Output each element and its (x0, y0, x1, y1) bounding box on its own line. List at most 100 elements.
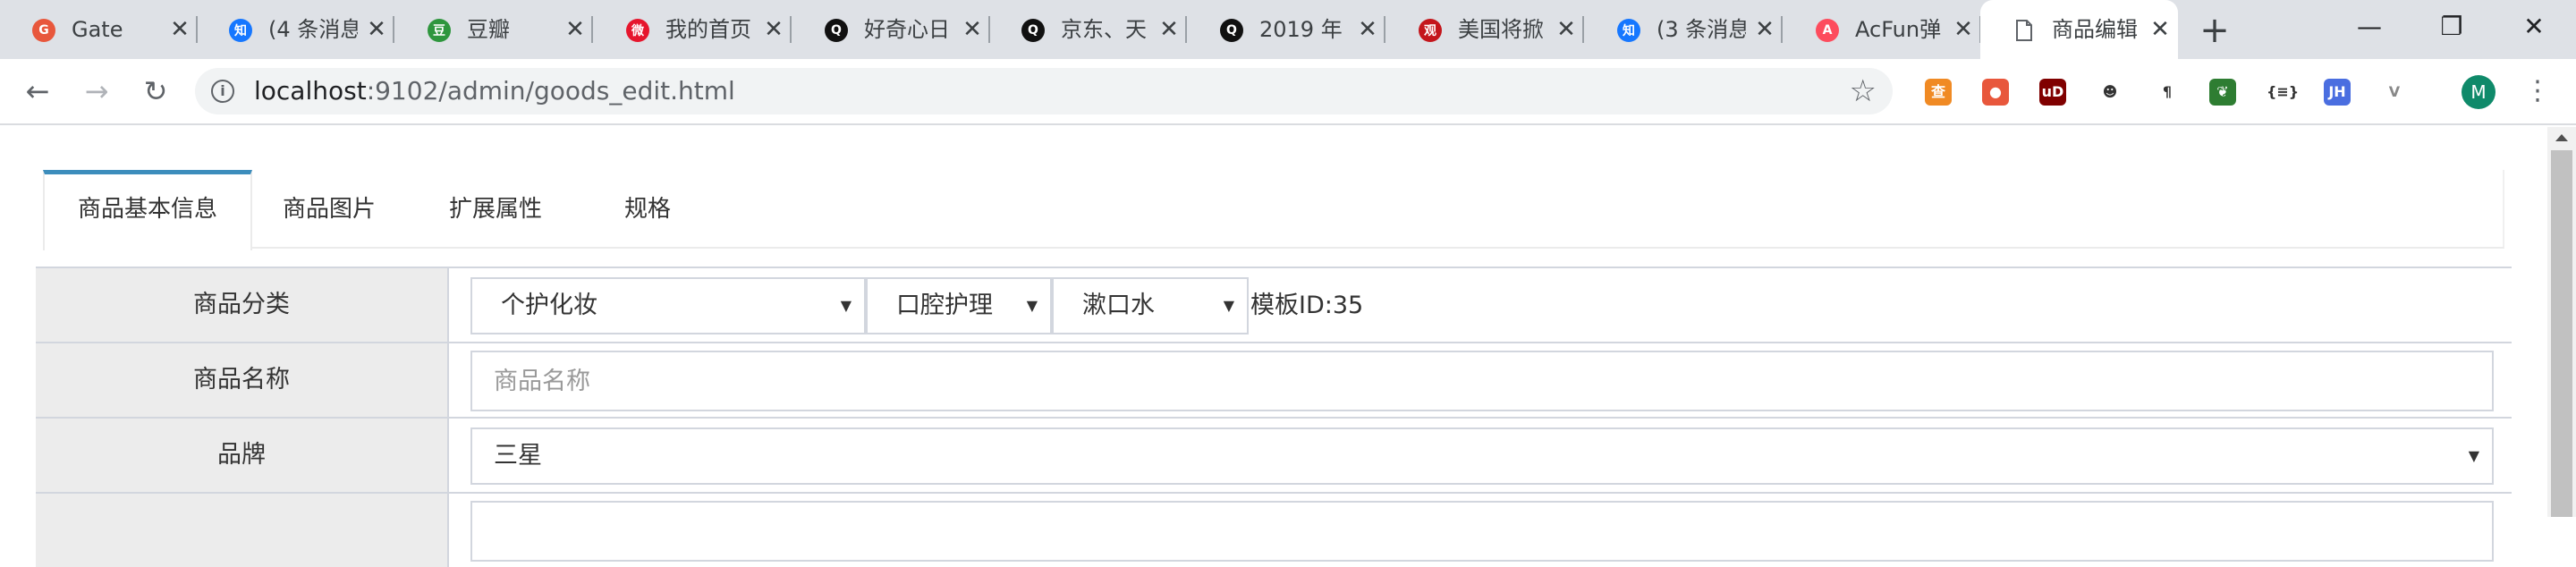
url-path: :9102/admin/goods_edit.html (366, 76, 735, 106)
browser-tab[interactable]: Q 好奇心日 ✕ (792, 0, 990, 59)
url-host: localhost (254, 76, 367, 106)
tab-title: 美国将掀 (1458, 17, 1544, 42)
close-icon[interactable]: ✕ (166, 16, 193, 43)
ext-orange-icon[interactable]: 查 (1925, 79, 1952, 106)
brand-label: 品牌 (36, 419, 449, 492)
tab-basic-info[interactable]: 商品基本信息 (43, 170, 252, 250)
ext-leaf-icon[interactable]: ❦ (2209, 79, 2236, 106)
tab-separator (1185, 16, 1187, 43)
zhihu-icon: 知 (229, 19, 252, 42)
tab-specification[interactable]: 规格 (612, 170, 683, 249)
guancha-icon: 观 (1419, 19, 1442, 42)
ext-map-pin-icon[interactable]: ● (1982, 79, 2009, 106)
ext-pilcrow-icon[interactable]: ¶ (2154, 79, 2181, 106)
browser-tab[interactable]: A AcFun弹 ✕ (1784, 0, 1981, 59)
close-icon[interactable]: ✕ (1354, 16, 1381, 43)
tab-separator (1384, 16, 1385, 43)
chevron-down-icon: ▼ (840, 297, 852, 314)
tab-separator (393, 16, 394, 43)
window-close-button[interactable]: ✕ (2512, 9, 2556, 45)
close-icon[interactable]: ✕ (1156, 16, 1182, 43)
category-level3-select[interactable]: 漱口水 ▼ (1052, 277, 1249, 334)
goods-name-input[interactable] (470, 351, 2494, 411)
browser-tab[interactable]: G Gate ✕ (0, 0, 198, 59)
browser-menu-icon[interactable]: ⋮ (2524, 73, 2551, 109)
scrollbar-thumb[interactable] (2551, 150, 2572, 517)
category-label: 商品分类 (36, 268, 449, 342)
tab-title: (4 条消息 (268, 17, 358, 42)
zhihu-icon: 知 (1617, 19, 1640, 42)
ext-spy-icon[interactable]: ☻ (2097, 79, 2123, 106)
tab-title: AcFun弹 (1855, 17, 1942, 42)
qdaily-icon: Q (825, 19, 848, 42)
back-button[interactable]: ← (18, 72, 57, 111)
qdaily-icon: Q (1021, 19, 1045, 42)
tab-separator (1781, 16, 1783, 43)
goods-name-row: 商品名称 (36, 342, 2512, 417)
gate-icon: G (32, 19, 55, 42)
browser-tab[interactable]: 豆豆瓣 ✕ (395, 0, 593, 59)
restore-button[interactable]: ❐ (2429, 9, 2474, 45)
tab-separator (1582, 16, 1584, 43)
browser-tab[interactable]: 微我的首页 ✕ (594, 0, 792, 59)
ext-json-icon[interactable]: {≡} (2267, 79, 2299, 106)
profile-avatar[interactable]: M (2462, 75, 2496, 109)
category-level3-value: 漱口水 (1082, 292, 1155, 319)
close-icon[interactable]: ✕ (959, 16, 986, 43)
browser-tab[interactable]: 商品编辑 ✕ (1980, 0, 2178, 59)
goods-nav-tabs: 商品基本信息 商品图片 扩展属性 规格 (43, 170, 2504, 250)
browser-tab[interactable]: 知 (4 条消息 ✕ (197, 0, 394, 59)
category-level2-select[interactable]: 口腔护理 ▼ (866, 277, 1052, 334)
close-icon[interactable]: ✕ (363, 16, 390, 43)
address-bar[interactable]: i localhost:9102/admin/goods_edit.html ☆ (195, 68, 1893, 114)
tab-title: (3 条消息 (1657, 17, 1746, 42)
close-icon[interactable]: ✕ (760, 16, 787, 43)
template-id-text: 模板ID:35 (1250, 292, 1364, 319)
ext-ublock-icon[interactable]: uD (2039, 79, 2066, 106)
forward-button[interactable]: → (77, 72, 116, 111)
weibo-icon: 微 (626, 19, 649, 42)
new-tab-button[interactable]: + (2197, 13, 2233, 48)
close-icon[interactable]: ✕ (1950, 16, 1977, 43)
browser-tab[interactable]: 观美国将掀 ✕ (1386, 0, 1584, 59)
next-row-field[interactable] (470, 501, 2494, 562)
category-level1-select[interactable]: 个护化妆 ▼ (470, 277, 866, 334)
close-icon[interactable]: ✕ (1553, 16, 1580, 43)
browser-tab-strip: + — ❐ ✕ G Gate ✕ 知 (4 条消息 ✕ 豆豆瓣 ✕ 微我的首页 ✕ Q 好奇心日 ✕ Q 京… (0, 0, 2576, 59)
reload-button[interactable]: ↻ (136, 72, 175, 111)
minimize-button[interactable]: — (2347, 9, 2392, 45)
close-icon[interactable]: ✕ (1751, 16, 1778, 43)
tab-extended-attributes[interactable]: 扩展属性 (444, 170, 547, 249)
close-icon[interactable]: ✕ (562, 16, 589, 43)
brand-select[interactable]: 三星 ▼ (470, 427, 2494, 485)
site-info-icon[interactable]: i (211, 80, 234, 103)
browser-tab[interactable]: 知 (3 条消息 ✕ (1585, 0, 1783, 59)
chevron-down-icon: ▼ (1026, 297, 1038, 314)
tab-title: 我的首页 (665, 17, 751, 42)
bookmark-star-icon[interactable]: ☆ (1850, 73, 1877, 109)
douban-icon: 豆 (428, 19, 451, 42)
close-icon[interactable]: ✕ (2147, 16, 2174, 43)
tab-separator (790, 16, 792, 43)
browser-tab[interactable]: Q 京东、天 ✕ (989, 0, 1187, 59)
next-row-label (36, 494, 449, 567)
tab-images[interactable]: 商品图片 (277, 170, 381, 249)
qdaily-icon: Q (1220, 19, 1243, 42)
address-url[interactable]: localhost:9102/admin/goods_edit.html (254, 76, 735, 106)
scroll-up-arrow-icon[interactable] (2555, 134, 2568, 141)
brand-value: 三星 (494, 442, 542, 470)
next-row (36, 492, 2512, 567)
browser-tab[interactable]: Q 2019 年 ✕ (1188, 0, 1385, 59)
page-scrollbar[interactable] (2547, 127, 2576, 517)
tab-title: 商品编辑 (2052, 17, 2138, 42)
chevron-down-icon: ▼ (2468, 447, 2479, 464)
ext-jh-icon[interactable]: JH (2324, 79, 2351, 106)
category-level2-value: 口腔护理 (896, 292, 993, 319)
page-content: 商品基本信息 商品图片 扩展属性 规格 商品分类 个护化妆 ▼ 口腔护理 ▼ 漱… (0, 127, 2547, 567)
category-level1-value: 个护化妆 (501, 292, 597, 319)
ext-vue-icon[interactable]: V (2381, 79, 2408, 106)
chevron-down-icon: ▼ (1223, 297, 1234, 314)
goods-name-label: 商品名称 (36, 343, 449, 417)
browser-toolbar: ← → ↻ i localhost:9102/admin/goods_edit.… (0, 59, 2576, 125)
acfun-icon: A (1816, 19, 1839, 42)
